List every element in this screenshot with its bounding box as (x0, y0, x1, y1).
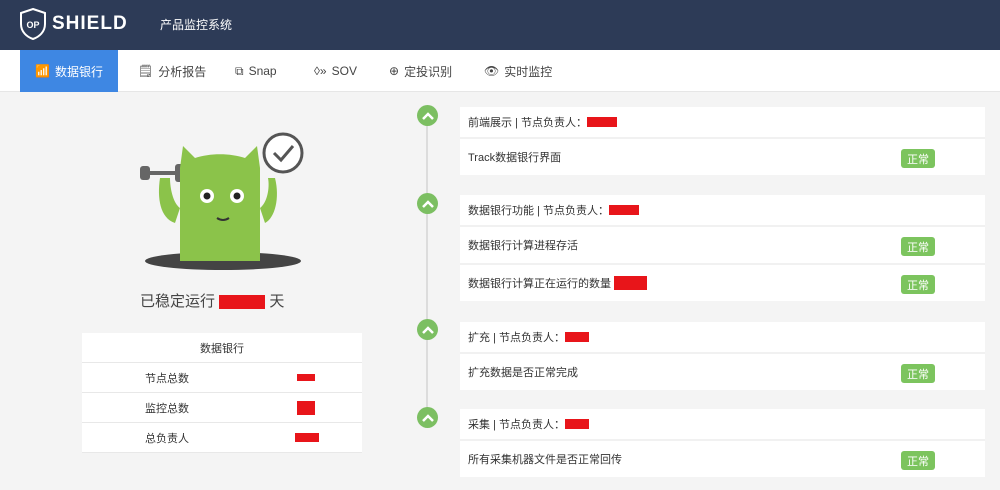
group-header: 采集 | 节点负责人： (460, 409, 985, 439)
collapse-toggle[interactable] (417, 407, 438, 428)
mascot-illustration (140, 132, 304, 270)
chevron-up-icon (421, 325, 434, 334)
tab-label: Snap (248, 64, 277, 78)
redacted-days (219, 295, 266, 310)
row-label: 节点总数 (145, 372, 189, 385)
tab-snap[interactable]: ⧉ Snap (235, 50, 277, 92)
row-label: 总负责人 (145, 432, 189, 445)
status-badge: 正常 (901, 237, 935, 256)
list-item: 数据银行计算进程存活 正常 (460, 225, 985, 263)
collapse-toggle[interactable] (417, 193, 438, 214)
tab-label: SOV (331, 64, 357, 78)
tab-label: 定投识别 (404, 64, 453, 79)
target-icon: ⊕ (389, 64, 400, 78)
status-badge: 正常 (901, 275, 935, 294)
tab-target[interactable]: ⊕ 定投识别 (389, 50, 452, 92)
chart-dollar-icon: 📶 (35, 64, 50, 78)
redacted-owner (608, 205, 639, 215)
group-title: 采集 | 节点负责人： (468, 419, 565, 431)
chevron-up-icon (421, 413, 434, 422)
system-title: 产品监控系统 (160, 18, 233, 32)
redacted-value (614, 276, 648, 290)
status-badge: 正常 (901, 364, 935, 383)
status-badge: 正常 (901, 149, 935, 168)
uptime-prefix: 已稳定运行 (140, 293, 216, 310)
item-label: 所有采集机器文件是否正常回传 (468, 454, 622, 466)
main-nav: 📶 数据银行 🗒 分析报告 ⧉ Snap ◊» SOV ⊕ 定投识别 👁 实时监控 (0, 50, 1000, 92)
collapse-toggle[interactable] (417, 105, 438, 126)
group-header: 扩充 | 节点负责人： (460, 322, 985, 352)
uptime-text: 已稳定运行 天 (140, 290, 284, 311)
svg-text:OP: OP (26, 20, 39, 30)
timeline-line (426, 115, 428, 425)
table-row: 节点总数 (82, 363, 362, 393)
shield-logo-icon: OP (20, 8, 46, 40)
uptime-suffix: 天 (269, 293, 285, 310)
list-item: Track数据银行界面 正常 (460, 137, 985, 175)
node-group-frontend: 前端展示 | 节点负责人： Track数据银行界面 正常 (460, 107, 985, 175)
list-item: 扩充数据是否正常完成 正常 (460, 352, 985, 390)
chevron-up-icon (421, 199, 434, 208)
row-label: 监控总数 (145, 402, 189, 415)
group-title: 数据银行功能 | 节点负责人： (468, 205, 609, 217)
item-label: 扩充数据是否正常完成 (468, 367, 578, 379)
item-label: 数据银行计算正在运行的数量 (468, 278, 611, 290)
table-row: 监控总数 (82, 393, 362, 423)
redacted-owner (564, 419, 589, 429)
status-badge: 正常 (901, 451, 935, 470)
tab-label: 实时监控 (504, 64, 553, 79)
logo[interactable]: OP SHIELD (20, 8, 128, 40)
redacted-owner (564, 332, 589, 342)
eye-icon: 👁 (484, 64, 500, 78)
tab-realtime[interactable]: 👁 实时监控 (484, 50, 552, 92)
redacted-value (297, 400, 315, 415)
summary-title: 数据银行 (82, 333, 362, 363)
tab-sov[interactable]: ◊» SOV (314, 50, 357, 92)
top-header: OP SHIELD 产品监控系统 (0, 0, 1000, 50)
snap-icon: ⧉ (235, 63, 244, 78)
tab-analysis-report[interactable]: 🗒 分析报告 (138, 50, 206, 92)
table-row: 总负责人 (82, 423, 362, 453)
report-icon: 🗒 (138, 64, 154, 78)
group-header: 数据银行功能 | 节点负责人： (460, 195, 985, 225)
chevron-up-icon (421, 111, 434, 120)
redacted-value (297, 374, 315, 381)
item-label: Track数据银行界面 (468, 152, 562, 164)
redacted-value (295, 433, 319, 442)
tab-data-bank[interactable]: 📶 数据银行 (20, 50, 118, 92)
node-group-databank: 数据银行功能 | 节点负责人： 数据银行计算进程存活 正常 数据银行计算正在运行的… (460, 195, 985, 301)
group-header: 前端展示 | 节点负责人： (460, 107, 985, 137)
group-title: 扩充 | 节点负责人： (468, 332, 565, 344)
node-group-collect: 采集 | 节点负责人： 所有采集机器文件是否正常回传 正常 (460, 409, 985, 477)
logo-text: SHIELD (52, 13, 128, 34)
list-item: 数据银行计算正在运行的数量 正常 (460, 263, 985, 301)
group-title: 前端展示 | 节点负责人： (468, 117, 587, 129)
tab-label: 数据银行 (54, 64, 103, 79)
collapse-toggle[interactable] (417, 319, 438, 340)
summary-table: 数据银行 节点总数 监控总数 总负责人 (82, 333, 362, 453)
node-group-expand: 扩充 | 节点负责人： 扩充数据是否正常完成 正常 (460, 322, 985, 390)
redacted-owner (586, 117, 617, 127)
list-item: 所有采集机器文件是否正常回传 正常 (460, 439, 985, 477)
tab-label: 分析报告 (158, 64, 207, 79)
item-label: 数据银行计算进程存活 (468, 240, 578, 252)
sov-icon: ◊» (314, 64, 327, 78)
